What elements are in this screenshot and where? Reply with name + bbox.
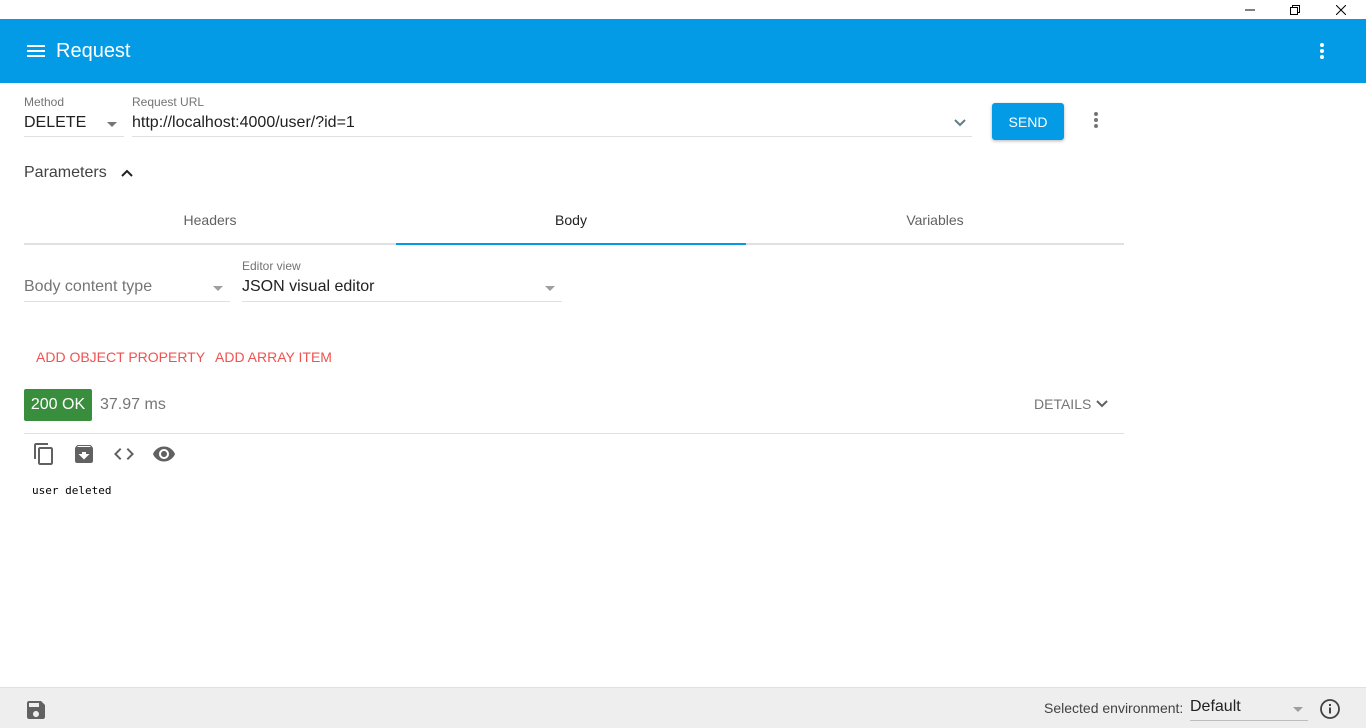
preview-button[interactable] <box>152 442 176 466</box>
method-underline <box>24 136 124 137</box>
details-toggle[interactable]: DETAILS <box>1034 396 1111 412</box>
close-button[interactable] <box>1318 0 1364 19</box>
response-divider <box>24 433 1124 434</box>
content-type-underline <box>24 301 230 302</box>
body-content-type-placeholder: Body content type <box>24 278 153 295</box>
restore-icon <box>1290 4 1300 15</box>
parameters-toggle[interactable]: Parameters <box>24 163 139 183</box>
footer-bar: Selected environment: Default <box>0 687 1366 728</box>
caret-down-icon <box>213 286 223 291</box>
code-view-button[interactable] <box>112 442 136 466</box>
app-more-button[interactable] <box>1310 39 1334 63</box>
hamburger-menu-icon <box>27 45 45 57</box>
close-icon <box>1336 4 1346 15</box>
details-label: DETAILS <box>1034 396 1092 412</box>
more-vertical-icon <box>1320 43 1324 59</box>
environment-underline <box>1190 720 1308 721</box>
save-download-icon <box>75 445 93 463</box>
app-bar: Request <box>0 19 1366 83</box>
request-more-button[interactable] <box>1084 108 1108 132</box>
save-icon <box>27 701 45 719</box>
body-content-type-select[interactable]: Body content type <box>24 276 230 302</box>
response-time: 37.97 ms <box>100 396 166 413</box>
method-select[interactable]: DELETE <box>24 112 124 138</box>
method-label: Method <box>24 95 65 109</box>
chevron-up-icon <box>120 169 133 177</box>
tab-variables[interactable]: Variables <box>746 196 1124 244</box>
parameters-tabs: Headers Body Variables <box>24 196 1124 248</box>
page-title: Request <box>56 40 131 62</box>
add-array-item-button[interactable]: ADD ARRAY ITEM <box>215 349 332 365</box>
editor-view-underline <box>242 301 562 302</box>
editor-view-label: Editor view <box>242 259 301 273</box>
code-icon <box>114 448 134 460</box>
chevron-down-icon <box>1096 400 1109 408</box>
url-underline <box>132 136 972 137</box>
caret-down-icon <box>1293 707 1303 712</box>
active-tab-indicator <box>396 243 746 245</box>
environment-info-button[interactable] <box>1318 697 1342 721</box>
menu-button[interactable] <box>24 39 48 63</box>
parameters-label: Parameters <box>24 164 107 181</box>
send-button[interactable]: SEND <box>992 103 1064 140</box>
tab-headers[interactable]: Headers <box>24 196 396 244</box>
url-label: Request URL <box>132 95 205 109</box>
caret-down-icon <box>107 122 117 127</box>
chevron-down-icon <box>954 119 966 127</box>
editor-view-value: JSON visual editor <box>242 278 375 295</box>
minimize-button[interactable] <box>1227 0 1273 19</box>
save-response-button[interactable] <box>72 442 96 466</box>
response-body: user deleted <box>32 484 112 497</box>
url-input[interactable]: http://localhost:4000/user/?id=1 <box>132 112 972 138</box>
url-value: http://localhost:4000/user/?id=1 <box>132 114 355 131</box>
more-vertical-icon <box>1094 112 1098 128</box>
minimize-icon <box>1245 9 1255 10</box>
info-icon <box>1320 699 1340 719</box>
restore-button[interactable] <box>1272 0 1318 19</box>
preview-eye-icon <box>153 446 175 462</box>
method-value: DELETE <box>24 114 87 131</box>
window-titlebar <box>0 0 1366 19</box>
environment-value: Default <box>1190 698 1241 715</box>
caret-down-icon <box>545 286 555 291</box>
environment-select[interactable]: Default <box>1190 696 1308 722</box>
copy-button[interactable] <box>32 442 56 466</box>
environment-label: Selected environment: <box>1044 700 1184 716</box>
status-badge: 200 OK <box>24 389 92 421</box>
url-history-toggle[interactable] <box>948 112 972 134</box>
editor-view-select[interactable]: JSON visual editor <box>242 276 562 302</box>
copy-icon <box>34 443 53 465</box>
add-object-property-button[interactable]: ADD OBJECT PROPERTY <box>36 349 205 365</box>
save-request-button[interactable] <box>24 698 48 722</box>
tab-body[interactable]: Body <box>396 196 746 244</box>
